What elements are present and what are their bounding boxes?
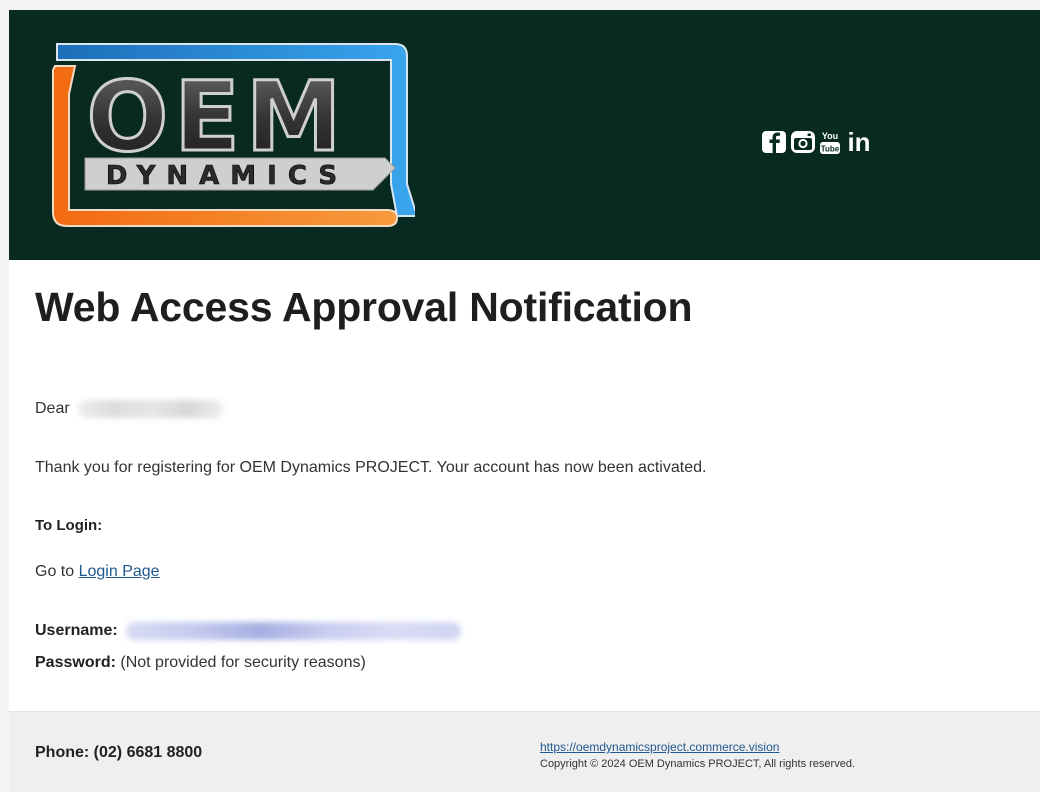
instagram-link[interactable] xyxy=(790,130,816,154)
email-page: OEM DYNAMICS You Tube in Web Access Appr… xyxy=(0,0,1040,792)
redacted-username xyxy=(125,622,461,640)
facebook-link[interactable] xyxy=(761,130,787,154)
greeting-text: Dear xyxy=(35,400,70,418)
greeting-line: Dear xyxy=(35,400,223,418)
login-instruction: Go to Login Page xyxy=(35,563,160,581)
email-header: OEM DYNAMICS You Tube in xyxy=(9,10,1040,260)
facebook-icon xyxy=(762,131,786,153)
social-links: You Tube in xyxy=(761,124,874,160)
redacted-name xyxy=(77,400,223,418)
svg-text:Tube: Tube xyxy=(821,145,840,154)
page-top-margin xyxy=(0,0,1040,10)
activation-message: Thank you for registering for OEM Dynami… xyxy=(35,459,707,476)
email-body: Web Access Approval Notification Dear Th… xyxy=(9,260,1040,711)
page-title: Web Access Approval Notification xyxy=(35,284,693,330)
password-label: Password: xyxy=(35,654,116,671)
email-footer: Phone: (02) 6681 8800 https://oemdynamic… xyxy=(9,711,1040,792)
oem-dynamics-logo: OEM DYNAMICS xyxy=(52,43,415,227)
logo-line2: DYNAMICS xyxy=(106,161,348,191)
linkedin-link[interactable]: in xyxy=(844,129,874,155)
svg-text:in: in xyxy=(847,129,870,155)
go-to-text: Go to xyxy=(35,563,75,580)
copyright-text: Copyright © 2024 OEM Dynamics PROJECT, A… xyxy=(540,758,855,770)
login-page-link[interactable]: Login Page xyxy=(79,563,160,580)
password-value: (Not provided for security reasons) xyxy=(120,654,366,671)
youtube-link[interactable]: You Tube xyxy=(819,129,841,155)
website-link[interactable]: https://oemdynamicsproject.commerce.visi… xyxy=(540,740,779,754)
oem-letters: OEM xyxy=(85,60,348,175)
username-label: Username: xyxy=(35,622,118,640)
instagram-icon xyxy=(791,131,815,153)
svg-text:You: You xyxy=(822,131,838,141)
logo-line1: OEM xyxy=(87,61,348,173)
login-heading: To Login: xyxy=(35,517,103,534)
phone-number: Phone: (02) 6681 8800 xyxy=(35,744,203,761)
password-line: Password: (Not provided for security rea… xyxy=(35,654,366,672)
linkedin-icon: in xyxy=(847,129,870,155)
username-line: Username: xyxy=(35,622,461,640)
youtube-icon: You Tube xyxy=(820,131,840,154)
page-left-margin xyxy=(0,0,9,792)
